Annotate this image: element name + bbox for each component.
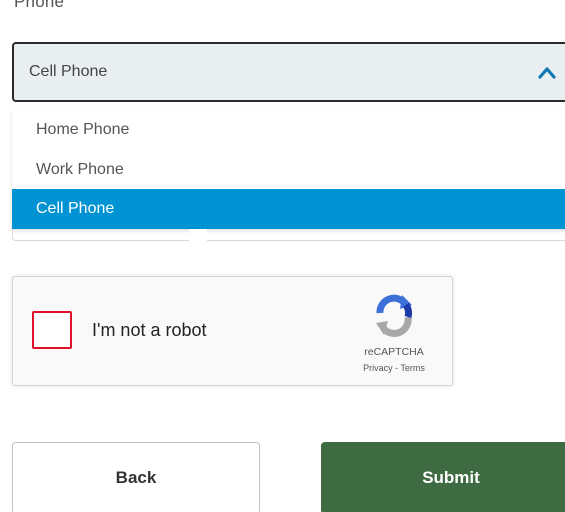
phone-type-dropdown-list: Home Phone Work Phone Cell Phone (12, 110, 565, 230)
obscured-field-edge (12, 229, 565, 241)
recaptcha-logo-icon (376, 294, 413, 337)
phone-option-home[interactable]: Home Phone (12, 110, 565, 150)
phone-form: Phone Cell Phone Home Phone Work Phone C… (0, 0, 565, 512)
phone-type-selected-value: Cell Phone (29, 63, 108, 80)
field-gap (189, 229, 207, 241)
recaptcha-privacy-terms[interactable]: Privacy - Terms (347, 363, 441, 373)
phone-option-work[interactable]: Work Phone (12, 150, 565, 190)
phone-option-cell[interactable]: Cell Phone (12, 189, 565, 230)
recaptcha-widget: I'm not a robot reCAPTCHA Privacy - Term… (12, 276, 453, 386)
recaptcha-brand-text: reCAPTCHA (364, 346, 424, 358)
phone-field-label: Phone (14, 0, 65, 11)
chevron-up-icon[interactable] (537, 64, 557, 80)
submit-button[interactable]: Submit (321, 442, 565, 512)
captcha-label: I'm not a robot (92, 320, 207, 340)
captcha-checkbox[interactable] (32, 311, 72, 349)
back-button[interactable]: Back (12, 442, 260, 512)
phone-type-select[interactable]: Cell Phone (12, 42, 565, 102)
